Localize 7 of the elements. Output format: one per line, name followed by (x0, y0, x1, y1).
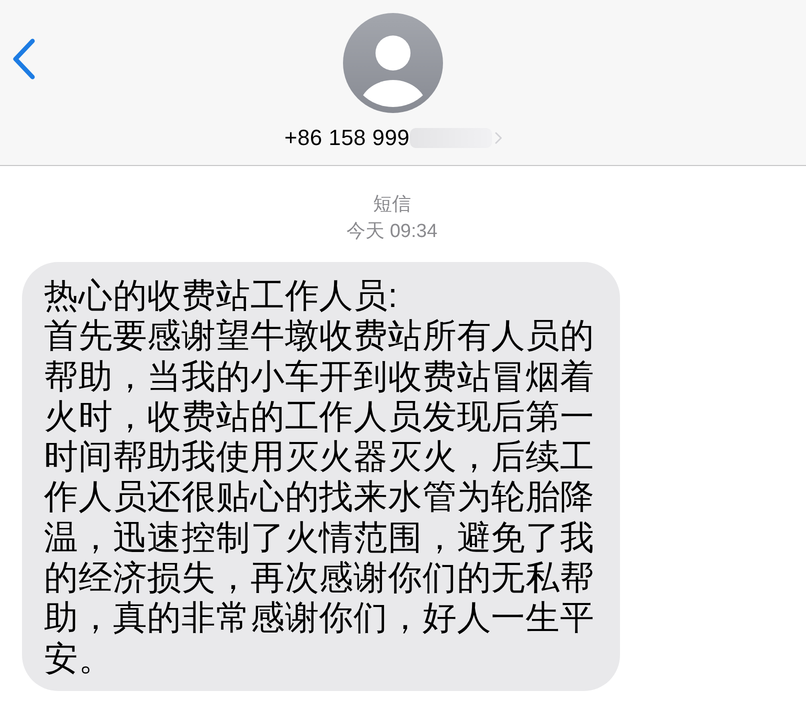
phone-number[interactable]: +86 158 999 (284, 125, 410, 151)
message-bubble: 热心的收费站工作人员: 首先要感谢望牛墩收费站所有人员的帮助，当我的小车开到收费站冒烟着火时，收费站的工作人员发现后第一时间帮助我使用灭火器灭火，后续工作人员还很贴心的找来水管为轮胎降温，迅速控制了火情范围，避免了我的经济损失，再次感谢你们的无私帮助，真的非常感谢你们，好人一生平安。 (22, 262, 620, 691)
back-button[interactable] (12, 38, 36, 80)
message-timestamp: 今天 09:34 (346, 220, 438, 244)
avatar-silhouette-icon[interactable] (343, 13, 443, 113)
service-label: 短信 (373, 193, 411, 217)
chevron-left-icon (12, 38, 36, 80)
